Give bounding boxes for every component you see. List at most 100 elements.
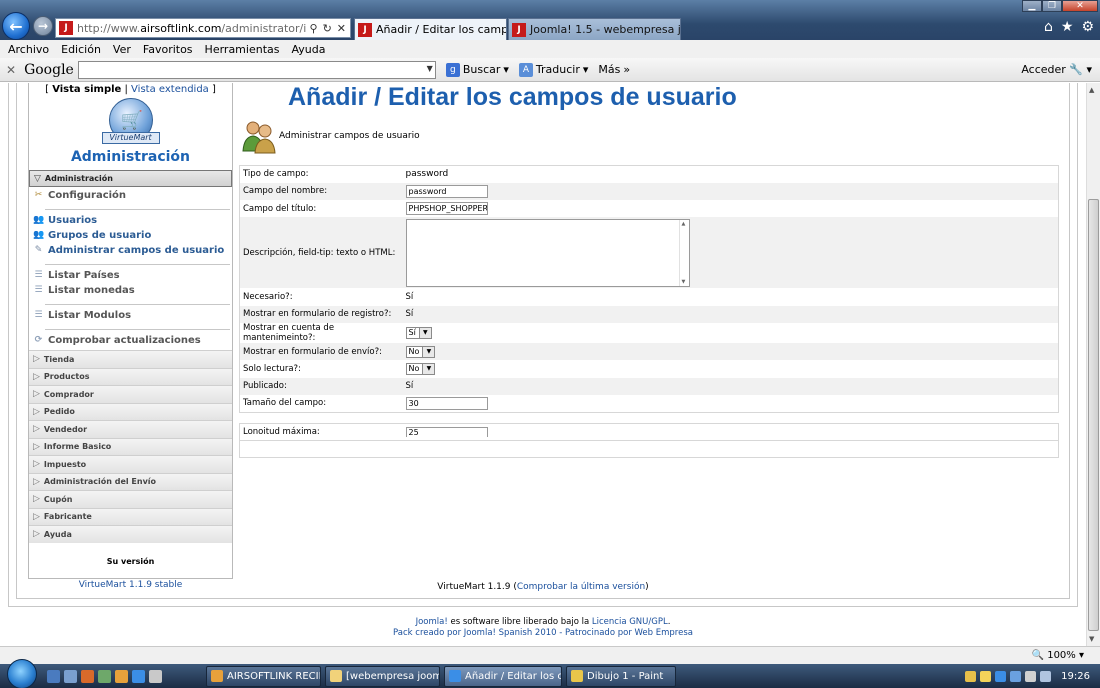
sidebar-item-actualizaciones[interactable]: ⟳ Comprobar actualizaciones <box>29 333 232 348</box>
task-airsoftlink[interactable]: AIRSOFTLINK RECIB... <box>206 665 321 687</box>
task-browser[interactable]: Añadir / Editar los c... <box>444 665 562 687</box>
tray-icon[interactable] <box>965 670 977 682</box>
section-fabricante[interactable]: ▷ Fabricante <box>29 507 232 525</box>
signin-button[interactable]: Acceder 🔧 ▾ <box>1021 63 1092 76</box>
menu-edicion[interactable]: Edición <box>61 43 101 56</box>
field-title-input[interactable]: PHPSHOP_SHOPPER <box>405 202 488 216</box>
menu-favoritos[interactable]: Favoritos <box>143 43 193 56</box>
section-productos[interactable]: ▷ Productos <box>29 367 232 385</box>
section-administracion[interactable]: ▽ Administración <box>29 170 232 187</box>
task-app-icon <box>449 670 461 682</box>
search-icon[interactable]: ⚲ <box>310 22 318 35</box>
volume-icon[interactable] <box>1040 670 1052 682</box>
maximize-button[interactable]: ❐ <box>1042 0 1062 12</box>
menu-bar: Archivo Edición Ver Favoritos Herramient… <box>0 40 1100 58</box>
section-comprador[interactable]: ▷ Comprador <box>29 385 232 403</box>
google-logo: Google <box>24 61 74 78</box>
show-desktop-icon[interactable] <box>47 669 60 683</box>
scroll-thumb[interactable] <box>1088 199 1099 631</box>
sidebar-item-monedas[interactable]: ☰ Listar monedas <box>29 283 232 298</box>
sidebar-item-modulos[interactable]: ☰ Listar Modulos <box>29 308 232 323</box>
section-cupon[interactable]: ▷ Cupón <box>29 490 232 508</box>
buscar-button[interactable]: g Buscar ▾ <box>445 62 509 77</box>
divider <box>45 329 230 330</box>
sidebar-item-configuracion[interactable]: ✂ Configuración <box>29 188 232 203</box>
max-length-input[interactable]: 25 <box>405 427 488 437</box>
tray-icon[interactable] <box>995 670 1007 682</box>
section-tienda[interactable]: ▷ Tienda <box>29 350 232 368</box>
close-toolbar-icon[interactable]: ✕ <box>6 63 16 77</box>
clock[interactable]: 19:26 <box>1061 671 1090 682</box>
gear-icon[interactable]: ⚙ <box>1081 19 1094 35</box>
divider <box>45 264 230 265</box>
close-window-button[interactable]: ✕ <box>1062 0 1098 12</box>
joomla-link[interactable]: Joomla! <box>416 617 448 627</box>
field-size-input[interactable]: 30 <box>405 396 488 410</box>
site-favicon-icon: J <box>59 21 73 35</box>
view-simple-link[interactable]: Vista simple <box>52 84 121 95</box>
tab-active[interactable]: J Añadir / Editar los campos ... ✕ <box>354 18 507 40</box>
traducir-button[interactable]: A Traducir ▾ <box>518 62 588 77</box>
sidebar-item-campos[interactable]: ✎ Administrar campos de usuario <box>29 243 232 258</box>
section-vendedor[interactable]: ▷ Vendedor <box>29 420 232 438</box>
section-envio[interactable]: ▷ Administración del Envío <box>29 472 232 490</box>
firefox-icon[interactable] <box>81 669 94 683</box>
scroll-up-icon[interactable]: ▲ <box>1089 86 1094 94</box>
minimize-button[interactable]: ▁ <box>1022 0 1042 12</box>
description-textarea[interactable] <box>405 218 690 287</box>
google-search-input[interactable] <box>77 60 436 79</box>
mail-icon[interactable] <box>115 669 128 683</box>
tab-joomla[interactable]: J Joomla! 1.5 - webempresa joo... <box>508 18 681 40</box>
textarea-scrollbar[interactable] <box>678 219 689 286</box>
virtuemart-logo: 🛒 VirtueMart <box>101 98 160 148</box>
user-field-form: Tipo de campo: password Campo del nombre… <box>239 165 1059 413</box>
scroll-down-icon[interactable]: ▼ <box>1089 635 1094 643</box>
tray-icon[interactable] <box>1010 670 1022 682</box>
stop-icon[interactable]: ✕ <box>337 22 346 35</box>
section-informe[interactable]: ▷ Informe Basico <box>29 437 232 455</box>
forward-button[interactable]: → <box>33 16 53 36</box>
view-extended-link[interactable]: Vista extendida <box>131 84 209 95</box>
field-name-input[interactable]: password <box>405 184 488 198</box>
menu-archivo[interactable]: Archivo <box>8 43 49 56</box>
field-label: Mostrar en cuenta de mantenimeinto?: <box>243 322 335 343</box>
page-scrollbar[interactable]: ▲ ▼ <box>1086 83 1100 646</box>
task-app-icon <box>211 670 223 682</box>
account-select[interactable]: Sí ▼ <box>405 326 432 339</box>
sidebar-item-grupos[interactable]: 👥 Grupos de usuario <box>29 228 232 243</box>
menu-herramientas[interactable]: Herramientas <box>205 43 280 56</box>
pack-credit-link[interactable]: Pack creado por Joomla! Spanish 2010 - P… <box>0 628 1086 639</box>
task-paint[interactable]: Dibujo 1 - Paint <box>566 665 676 687</box>
chevron-right-icon: ▷ <box>33 494 40 505</box>
chevron-right-icon: ▷ <box>33 389 40 400</box>
section-pedido[interactable]: ▷ Pedido <box>29 402 232 420</box>
field-label: Tipo de campo: <box>243 169 309 180</box>
sidebar-item-paises[interactable]: ☰ Listar Países <box>29 268 232 283</box>
check-version-link[interactable]: Comprobar la última versión <box>517 582 645 592</box>
section-impuesto[interactable]: ▷ Impuesto <box>29 455 232 473</box>
task-webempresa[interactable]: [webempresa jooml... <box>325 665 440 687</box>
favorites-star-icon[interactable]: ★ <box>1061 19 1074 35</box>
app-icon[interactable] <box>98 669 111 683</box>
readonly-select[interactable]: No ▼ <box>405 362 436 375</box>
back-button[interactable]: ← <box>2 12 30 40</box>
ie-icon[interactable] <box>132 669 145 683</box>
license-link[interactable]: Licencia GNU/GPL <box>592 617 668 627</box>
home-icon[interactable]: ⌂ <box>1044 19 1053 35</box>
menu-ver[interactable]: Ver <box>113 43 131 56</box>
network-icon[interactable] <box>1025 670 1037 682</box>
tray-icon[interactable] <box>980 670 992 682</box>
app-icon[interactable] <box>149 669 162 683</box>
section-ayuda[interactable]: ▷ Ayuda <box>29 525 232 543</box>
switch-windows-icon[interactable] <box>64 669 77 683</box>
divider <box>45 304 230 305</box>
address-bar[interactable]: J http://www.airsoftlink.com/administrat… <box>55 18 351 38</box>
start-button[interactable] <box>7 659 37 688</box>
sidebar-item-usuarios[interactable]: 👥 Usuarios <box>29 213 232 228</box>
refresh-icon[interactable]: ↻ <box>323 22 332 35</box>
shipping-select[interactable]: No ▼ <box>405 345 436 358</box>
quick-launch <box>47 669 162 683</box>
mas-button[interactable]: Más » <box>598 63 630 76</box>
zoom-level[interactable]: 🔍 100% ▾ <box>1032 650 1084 661</box>
menu-ayuda[interactable]: Ayuda <box>291 43 325 56</box>
